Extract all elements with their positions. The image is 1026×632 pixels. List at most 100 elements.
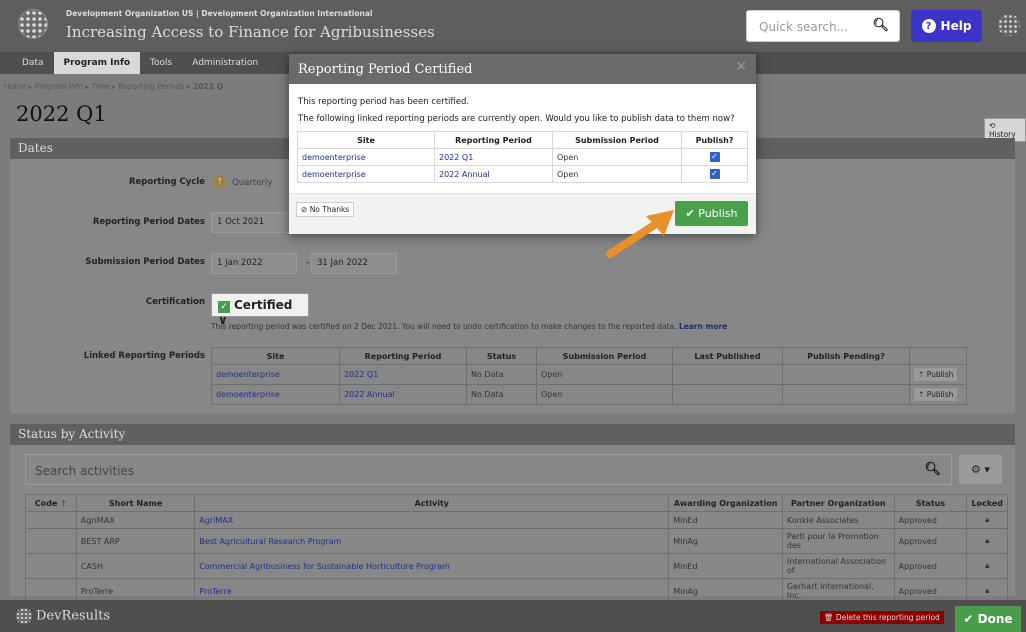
done-button[interactable]: ✔ Done: [955, 606, 1021, 632]
devresults-brand: DevResults: [16, 608, 110, 624]
period-link[interactable]: 2022 Q1: [434, 148, 553, 166]
no-thanks-button[interactable]: ⊘ No Thanks: [296, 202, 355, 217]
certified-dropdown[interactable]: ✓ Certified ∨: [211, 293, 309, 327]
activity-link[interactable]: Commercial Agribusiness for Sustainable …: [194, 553, 670, 579]
linked-header-row: Site Reporting Period Status Submission …: [211, 347, 967, 365]
upload-icon: ⇡: [918, 370, 925, 379]
table-row: demoenterprise 2022 Q1 No Data Open ⇡ Pu…: [211, 364, 967, 385]
site-link[interactable]: demoenterprise: [211, 384, 340, 405]
no-thanks-label: No Thanks: [309, 205, 350, 214]
certification-label: Certification: [145, 297, 205, 307]
crumb-home[interactable]: Home: [4, 82, 26, 91]
col-partner-org[interactable]: Partner Organization: [781, 494, 895, 512]
crumb-program-info[interactable]: Program Info: [35, 82, 83, 91]
publish-checkbox[interactable]: ✓: [709, 152, 720, 162]
search-icon[interactable]: 🔍︎: [924, 462, 941, 477]
lock-icon: 🔒︎: [966, 511, 1008, 529]
code-cell: [25, 528, 77, 554]
info-icon[interactable]: ?: [213, 175, 226, 188]
modal-line1: This reporting period has been certified…: [298, 97, 470, 107]
certification-note-text: This reporting period was certified on 2…: [211, 322, 677, 331]
checkbox-icon: ✓: [218, 301, 230, 313]
reporting-cycle-label: Reporting Cycle: [129, 177, 205, 187]
top-bar: Development Organization US | Developmen…: [0, 0, 1026, 52]
col-last-published: Last Published: [672, 347, 783, 365]
site-link[interactable]: demoenterprise: [297, 148, 435, 166]
activity-link[interactable]: AgriMAX: [194, 511, 670, 529]
last-published-cell: [672, 364, 783, 385]
lock-icon: 🔒︎: [966, 528, 1008, 554]
partner-cell: Parti pour la Promotion des: [781, 528, 895, 554]
nav-program-info[interactable]: Program Info: [53, 52, 141, 74]
activity-table: Code ↑ Short Name Activity Awarding Orga…: [25, 494, 1008, 604]
table-row: CASH Commercial Agribusiness for Sustain…: [25, 553, 1008, 579]
action-cell: ⇡ Publish: [909, 364, 967, 385]
publish-cell: ✓: [681, 165, 748, 183]
col-awarding-org[interactable]: Awarding Organization: [668, 494, 783, 512]
publish-pending-cell: [782, 384, 910, 405]
submission-cell: Open: [536, 384, 673, 405]
sort-asc-icon: ↑: [60, 498, 67, 508]
action-cell: ⇡ Publish: [909, 384, 967, 405]
learn-more-link[interactable]: Learn more: [679, 322, 727, 331]
search-icon[interactable]: 🔍︎: [872, 18, 889, 33]
period-link[interactable]: 2022 Q1: [339, 364, 467, 385]
gear-icon[interactable]: ⚙ ▾: [958, 454, 1003, 485]
site-link[interactable]: demoenterprise: [297, 165, 435, 183]
activity-header-row: Code ↑ Short Name Activity Awarding Orga…: [25, 494, 1008, 512]
sp-end-field[interactable]: 31 Jan 2022: [311, 253, 397, 274]
question-icon: ?: [921, 19, 936, 33]
rp-start-field[interactable]: 1 Oct 2021: [211, 212, 291, 233]
page-title: 2022 Q1: [16, 102, 107, 126]
col-site: Site: [297, 131, 435, 149]
col-locked[interactable]: Locked: [966, 494, 1008, 512]
col-short-name[interactable]: Short Name: [75, 494, 196, 512]
crumb-time[interactable]: Time: [91, 82, 109, 91]
col-publish-pending: Publish Pending?: [782, 347, 910, 365]
awarding-cell: MinEd: [668, 553, 783, 579]
publish-pending-cell: [782, 364, 910, 385]
nav-tools[interactable]: Tools: [140, 52, 182, 74]
nav-administration[interactable]: Administration: [182, 52, 268, 74]
linked-periods-label: Linked Reporting Periods: [83, 351, 205, 361]
help-button[interactable]: ? Help: [911, 10, 982, 42]
col-reporting-period: Reporting Period: [339, 347, 467, 365]
col-code-label: Code: [34, 498, 58, 508]
activity-link[interactable]: Best Agricultural Research Program: [194, 528, 670, 554]
col-code[interactable]: Code ↑: [25, 494, 77, 512]
ban-icon: ⊘: [301, 205, 308, 214]
quick-search-input[interactable]: Quick search... 🔍︎: [746, 10, 900, 42]
publish-checkbox[interactable]: ✓: [709, 169, 720, 179]
publish-row-button[interactable]: ⇡ Publish: [914, 388, 958, 401]
delete-period-button[interactable]: 🗑︎ Delete this reporting period: [820, 611, 944, 624]
table-row: BEST ARP Best Agricultural Research Prog…: [25, 528, 1008, 554]
col-activity[interactable]: Activity: [194, 494, 670, 512]
period-link[interactable]: 2022 Annual: [434, 165, 553, 183]
last-published-cell: [672, 384, 783, 405]
activity-heading: Status by Activity: [10, 424, 1015, 445]
col-action: [909, 347, 967, 365]
table-row: demoenterprise 2022 Annual No Data Open …: [211, 384, 967, 405]
col-submission-period: Submission Period: [536, 347, 673, 365]
submission-cell: Open: [552, 148, 682, 166]
devresults-logo-icon[interactable]: [998, 14, 1020, 36]
col-status[interactable]: Status: [893, 494, 968, 512]
breadcrumb: Home ▸ Program Info ▸ Time ▸ Reporting P…: [4, 82, 223, 91]
site-link[interactable]: demoenterprise: [211, 364, 340, 385]
quick-search-placeholder: Quick search...: [759, 20, 849, 34]
crumb-reporting-periods[interactable]: Reporting Periods: [118, 82, 184, 91]
publish-row-label: Publish: [926, 390, 954, 399]
awarding-cell: MinAg: [668, 528, 783, 554]
nav-data[interactable]: Data: [12, 52, 54, 74]
done-label: Done: [977, 612, 1013, 626]
close-icon[interactable]: ✕: [735, 59, 747, 75]
awarding-cell: MinEd: [668, 511, 783, 529]
certification-note: This reporting period was certified on 2…: [211, 322, 727, 331]
status-cell: Approved: [893, 511, 968, 529]
publish-button[interactable]: ✔ Publish: [675, 201, 748, 226]
publish-row-button[interactable]: ⇡ Publish: [914, 368, 958, 381]
sp-start-field[interactable]: 1 Jan 2022: [211, 253, 297, 274]
modal-table: Site Reporting Period Submission Period …: [297, 131, 748, 183]
period-link[interactable]: 2022 Annual: [339, 384, 467, 405]
activity-search-input[interactable]: Search activities 🔍︎: [25, 454, 952, 485]
